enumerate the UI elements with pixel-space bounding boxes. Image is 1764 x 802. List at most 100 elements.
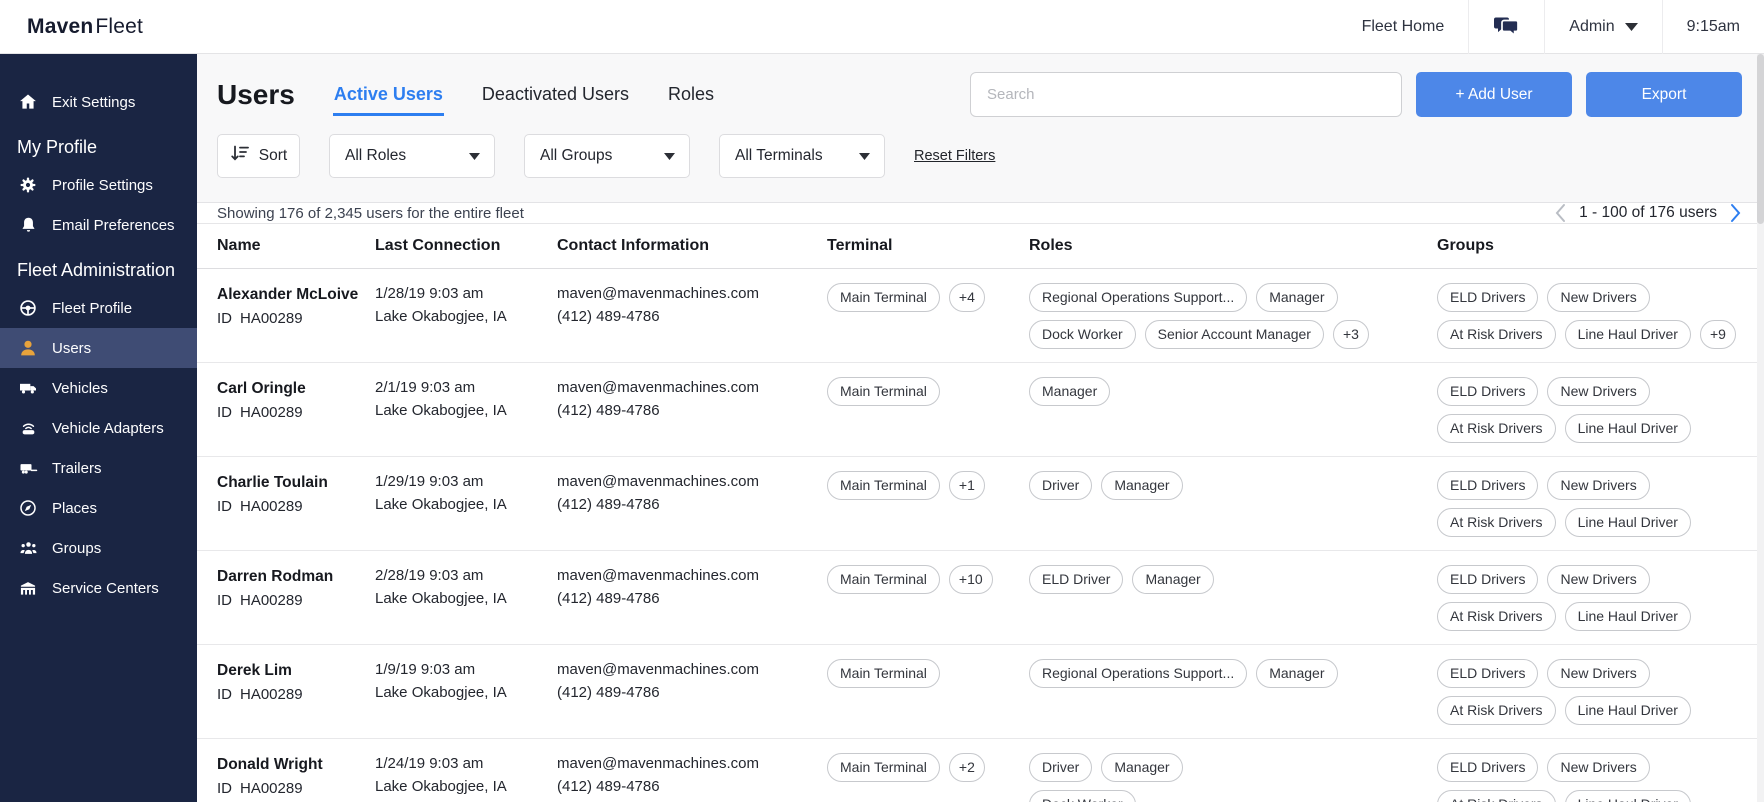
sidebar-item-trailers[interactable]: Trailers (0, 448, 197, 488)
groups-chips: ELD Drivers New Drivers At Risk Drivers Lin… (1437, 565, 1742, 631)
sidebar-item-vehicle-adapters[interactable]: Vehicle Adapters (0, 408, 197, 448)
table-row[interactable]: Carl Oringle ID HA00289 2/1/19 9:03 am Lake … (197, 363, 1764, 457)
terminal-chips: Main Terminal +2 (827, 753, 1029, 782)
next-page-icon[interactable] (1730, 203, 1742, 223)
cell-contact: maven@mavenmachines.com (412) 489-4786 (557, 565, 827, 610)
last-connection-location: Lake Okabogjee, IA (375, 401, 507, 419)
user-id-label: ID (217, 404, 232, 422)
main-content: Users Active Users Deactivated Users Roles… (197, 54, 1764, 802)
last-connection-location: Lake Okabogjee, IA (375, 589, 507, 607)
more-chip[interactable]: +1 (948, 471, 985, 500)
table-row[interactable]: Alexander McLoive ID HA00289 1/28/19 9:03 a… (197, 269, 1764, 363)
sidebar-item-profile-settings[interactable]: Profile Settings (0, 165, 197, 205)
steering-wheel-icon (17, 298, 39, 318)
chip: Line Haul Driver (1564, 508, 1691, 537)
admin-menu[interactable]: Admin (1545, 0, 1661, 53)
search-input[interactable] (970, 72, 1402, 117)
table-header-row: Name Last Connection Contact Information Te… (197, 224, 1764, 269)
brand-logo: MavenFleet (0, 15, 143, 39)
chip: At Risk Drivers (1437, 414, 1556, 443)
chip-line: ELD Drivers New Drivers (1437, 471, 1742, 500)
more-chip[interactable]: +9 (1699, 320, 1736, 349)
chip: Main Terminal (827, 471, 940, 500)
sidebar-item-groups[interactable]: Groups (0, 528, 197, 568)
messages-icon[interactable] (1469, 0, 1544, 53)
chip: Senior Account Manager (1144, 320, 1324, 349)
showing-text: Showing 176 of 2,345 users for the entir… (217, 204, 524, 222)
chip-line: At Risk Drivers Line Haul Driver (1437, 790, 1742, 802)
tab-deactivated-users[interactable]: Deactivated Users (481, 74, 630, 116)
sidebar-item-fleet-profile[interactable]: Fleet Profile (0, 288, 197, 328)
last-connection-date: 1/24/19 9:03 am (375, 755, 484, 772)
sidebar-item-service-centers[interactable]: Service Centers (0, 568, 197, 608)
add-user-button[interactable]: + Add User (1416, 72, 1572, 117)
sidebar-item-label: Profile Settings (52, 176, 153, 194)
table-row[interactable]: Darren Rodman ID HA00289 2/28/19 9:03 am Lak… (197, 551, 1764, 645)
chevron-down-icon (469, 147, 480, 165)
chip: At Risk Drivers (1437, 602, 1556, 631)
fleet-home-link[interactable]: Fleet Home (1338, 0, 1469, 53)
terminal-chips: Main Terminal +10 (827, 565, 1029, 594)
dropdown-all-groups[interactable]: All Groups (524, 134, 690, 178)
sidebar-item-label: Vehicles (52, 379, 108, 397)
summary-row: Showing 176 of 2,345 users for the entir… (197, 203, 1764, 224)
sort-icon (230, 145, 250, 167)
dropdown-all-terminals[interactable]: All Terminals (719, 134, 885, 178)
user-id-label: ID (217, 780, 232, 798)
tab-active-users[interactable]: Active Users (332, 74, 444, 116)
chip-line: ELD Drivers New Drivers (1437, 283, 1742, 312)
user-id-value: HA00289 (240, 310, 303, 328)
chip: New Drivers (1547, 659, 1650, 688)
chip: Line Haul Driver (1564, 790, 1691, 802)
last-connection-location: Lake Okabogjee, IA (375, 307, 507, 325)
tab-roles[interactable]: Roles (667, 74, 715, 116)
cell-contact: maven@mavenmachines.com (412) 489-4786 (557, 753, 827, 798)
sidebar-item-users[interactable]: Users (0, 328, 197, 368)
more-chip[interactable]: +2 (948, 753, 985, 782)
prev-page-icon[interactable] (1554, 203, 1566, 223)
scrollbar-thumb[interactable] (1757, 54, 1764, 224)
chip: ELD Drivers (1437, 471, 1539, 500)
user-id: ID HA00289 (217, 402, 375, 425)
contact-phone: (412) 489-4786 (557, 777, 660, 795)
cell-roles: Driver Manager (1029, 471, 1437, 500)
scrollbar[interactable] (1757, 54, 1764, 802)
cell-groups: ELD Drivers New Drivers At Risk Drivers Lin… (1437, 659, 1742, 725)
more-chip[interactable]: +10 (948, 565, 993, 594)
dropdown-all-roles[interactable]: All Roles (329, 134, 495, 178)
export-button[interactable]: Export (1586, 72, 1742, 117)
sort-button[interactable]: Sort (217, 134, 300, 178)
contact-email: maven@mavenmachines.com (557, 379, 759, 396)
dropdown-value: All Groups (540, 147, 613, 164)
chip-line: At Risk Drivers Line Haul Driver (1437, 414, 1742, 443)
table-body: Alexander McLoive ID HA00289 1/28/19 9:03 a… (197, 269, 1764, 802)
table-row[interactable]: Charlie Toulain ID HA00289 1/29/19 9:03 am L… (197, 457, 1764, 551)
cell-roles: Regional Operations Support... Manager Doc… (1029, 283, 1437, 349)
chip: Manager (1256, 659, 1338, 688)
sidebar-item-email-preferences[interactable]: Email Preferences (0, 205, 197, 245)
truck-icon (17, 378, 39, 398)
chip: Manager (1101, 471, 1183, 500)
compass-icon (17, 498, 39, 518)
sidebar-item-label: Fleet Profile (52, 299, 133, 317)
user-id-label: ID (217, 592, 232, 610)
sidebar-item-vehicles[interactable]: Vehicles (0, 368, 197, 408)
chevron-down-icon (664, 147, 675, 165)
chip: Manager (1101, 753, 1183, 782)
reset-filters-link[interactable]: Reset Filters (914, 148, 995, 164)
chip-line: Driver Manager (1029, 753, 1437, 782)
column-header-roles: Roles (1029, 237, 1073, 254)
table-row[interactable]: Derek Lim ID HA00289 1/9/19 9:03 am Lake Oka… (197, 645, 1764, 739)
user-id-value: HA00289 (240, 592, 303, 610)
cell-groups: ELD Drivers New Drivers At Risk Drivers Lin… (1437, 377, 1742, 443)
sidebar-item-places[interactable]: Places (0, 488, 197, 528)
user-name: Alexander McLoive (217, 286, 359, 303)
cell-last-connection: 1/29/19 9:03 am Lake Okabogjee, IA (375, 471, 557, 516)
app: MavenFleet Fleet Home Admin 9:15am Exit … (0, 0, 1764, 802)
more-chip[interactable]: +3 (1332, 320, 1369, 349)
user-id: ID HA00289 (217, 308, 375, 331)
user-id-label: ID (217, 498, 232, 516)
sidebar-item-exit-settings[interactable]: Exit Settings (0, 82, 197, 122)
more-chip[interactable]: +4 (948, 283, 985, 312)
table-row[interactable]: Donald Wright ID HA00289 1/24/19 9:03 am Lak… (197, 739, 1764, 802)
